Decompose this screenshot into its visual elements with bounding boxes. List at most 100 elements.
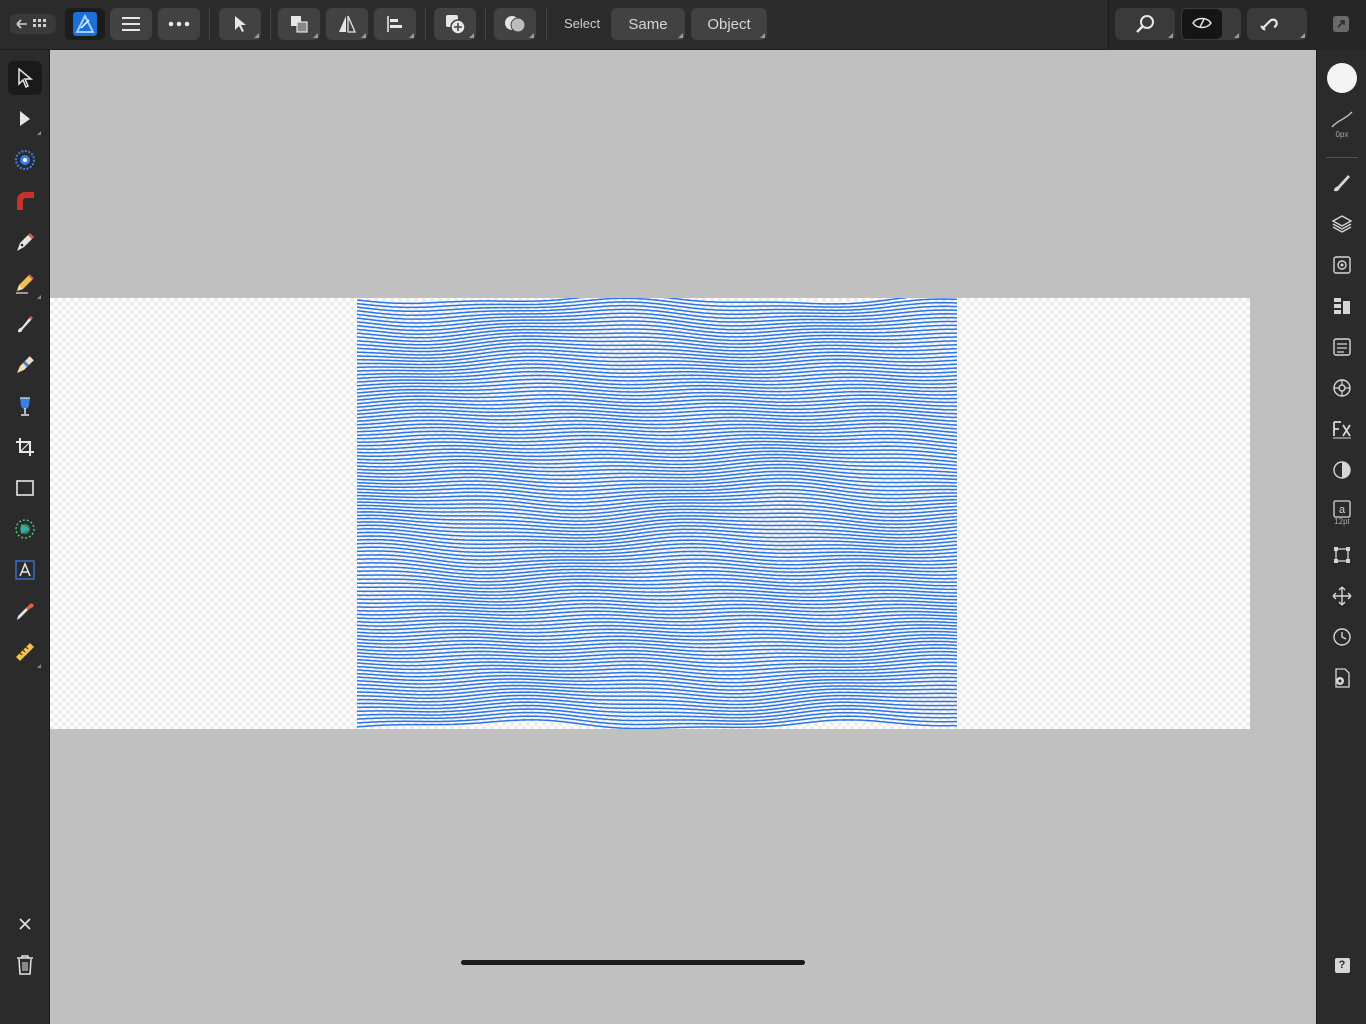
- fullscreen-button[interactable]: [1328, 11, 1354, 37]
- fill-tool-icon: [17, 356, 34, 373]
- text-tool-icon: [15, 560, 35, 580]
- vector-brush-tool-icon: [18, 316, 33, 333]
- help-button[interactable]: ?: [1326, 949, 1358, 981]
- hamburger-icon: [122, 17, 140, 31]
- top-toolbar: Select Same Object: [0, 0, 1366, 50]
- designer-persona-button[interactable]: [65, 8, 105, 40]
- crop-tool-icon: [16, 438, 34, 456]
- gallery-button[interactable]: [10, 14, 56, 34]
- move-tool[interactable]: [8, 61, 42, 95]
- transform-panel-button[interactable]: [1326, 539, 1358, 571]
- svg-text:a: a: [1339, 504, 1346, 516]
- move-tool-icon: [18, 68, 34, 88]
- artboard[interactable]: [50, 298, 1250, 729]
- arrange-icon: [291, 16, 308, 33]
- geometry-button[interactable]: [494, 8, 536, 40]
- selection-mode-button[interactable]: [219, 8, 261, 40]
- home-indicator[interactable]: [461, 960, 805, 965]
- help-icon: ?: [1334, 957, 1350, 973]
- separator: [1326, 157, 1358, 158]
- text-styles-icon: [1334, 298, 1350, 314]
- view-mode-button[interactable]: [1181, 8, 1241, 40]
- adjustments-icon: [1333, 461, 1351, 479]
- appearance-icon: [1333, 256, 1351, 274]
- transparency-tool-icon: [20, 397, 30, 416]
- zoom-button[interactable]: [1115, 8, 1175, 40]
- pen-tool-icon: [17, 233, 34, 251]
- shape-tool-icon: [15, 519, 35, 539]
- brushes-icon: [1334, 175, 1350, 192]
- corner-tool-icon: [17, 192, 34, 210]
- separator: [485, 8, 486, 40]
- character-panel-button[interactable]: a 12pt: [1326, 495, 1358, 531]
- fullscreen-icon: [1333, 16, 1349, 32]
- document-settings-button[interactable]: [1326, 662, 1358, 694]
- artistic-text-tool[interactable]: [8, 553, 42, 587]
- select-label: Select: [564, 16, 601, 31]
- close-button[interactable]: [8, 907, 42, 941]
- transparency-tool[interactable]: [8, 389, 42, 423]
- align-button[interactable]: [374, 8, 416, 40]
- more-button[interactable]: [158, 8, 200, 40]
- color-swatch-icon: [1327, 63, 1357, 93]
- history-panel-button[interactable]: [1326, 621, 1358, 653]
- stroke-width-control[interactable]: 0px: [1326, 102, 1358, 146]
- wave-lines-artwork[interactable]: [357, 298, 962, 729]
- studio-panel: 0px a 12pt ?: [1316, 50, 1366, 1024]
- text-styles-panel-button[interactable]: [1326, 290, 1358, 322]
- stroke-width-label: 0px: [1335, 130, 1349, 139]
- wave-lines: [357, 298, 958, 729]
- document-menu-button[interactable]: [110, 8, 152, 40]
- navigator-panel-button[interactable]: [1326, 372, 1358, 404]
- layers-panel-button[interactable]: [1326, 208, 1358, 240]
- node-tool-icon: [20, 111, 30, 126]
- fill-tool[interactable]: [8, 348, 42, 382]
- pencil-tool[interactable]: [8, 266, 42, 300]
- boolean-add-icon: [446, 15, 466, 35]
- contour-tool[interactable]: [8, 143, 42, 177]
- measure-tool-icon: [16, 643, 34, 661]
- tools-panel: [0, 50, 50, 1024]
- brushes-panel-button[interactable]: [1326, 167, 1358, 199]
- fx-icon: [1333, 421, 1351, 439]
- shape-tool[interactable]: [8, 512, 42, 546]
- snapping-icon: [1332, 586, 1352, 606]
- corner-tool[interactable]: [8, 184, 42, 218]
- node-tool[interactable]: [8, 102, 42, 136]
- effects-panel-button[interactable]: [1326, 413, 1358, 445]
- measure-tool[interactable]: [8, 635, 42, 669]
- trash-icon: [17, 955, 33, 975]
- boolean-add-button[interactable]: [434, 8, 476, 40]
- magnifier-icon: [1136, 15, 1154, 33]
- select-object-button[interactable]: Object: [691, 8, 767, 40]
- stroke-icon: [1331, 111, 1353, 128]
- rectangle-tool-icon: [16, 480, 34, 496]
- stock-panel-button[interactable]: [1326, 331, 1358, 363]
- pen-tool[interactable]: [8, 225, 42, 259]
- geometry-shapes-icon: [505, 16, 526, 33]
- back-grid-icon: [16, 19, 46, 29]
- adjustments-panel-button[interactable]: [1326, 454, 1358, 486]
- affinity-designer-icon: [73, 12, 97, 36]
- pencil-tool-icon: [16, 274, 34, 294]
- close-icon: [19, 918, 31, 930]
- select-same-button[interactable]: Same: [611, 8, 685, 40]
- rectangle-tool[interactable]: [8, 471, 42, 505]
- arrange-button[interactable]: [278, 8, 320, 40]
- more-dots-icon: [168, 21, 190, 27]
- layers-icon: [1331, 215, 1353, 233]
- crop-tool[interactable]: [8, 430, 42, 464]
- color-picker-tool[interactable]: [8, 594, 42, 628]
- cursor-arrow-icon: [235, 16, 246, 32]
- fill-color-swatch[interactable]: [1326, 62, 1358, 94]
- delete-button[interactable]: [8, 948, 42, 982]
- flip-button[interactable]: [326, 8, 368, 40]
- snapping-button[interactable]: [1247, 8, 1307, 40]
- separator: [425, 8, 426, 40]
- font-size-label: 12pt: [1334, 517, 1350, 526]
- snapping-panel-button[interactable]: [1326, 580, 1358, 612]
- vector-brush-tool[interactable]: [8, 307, 42, 341]
- appearance-panel-button[interactable]: [1326, 249, 1358, 281]
- navigator-icon: [1333, 379, 1351, 397]
- canvas[interactable]: [50, 50, 1316, 1024]
